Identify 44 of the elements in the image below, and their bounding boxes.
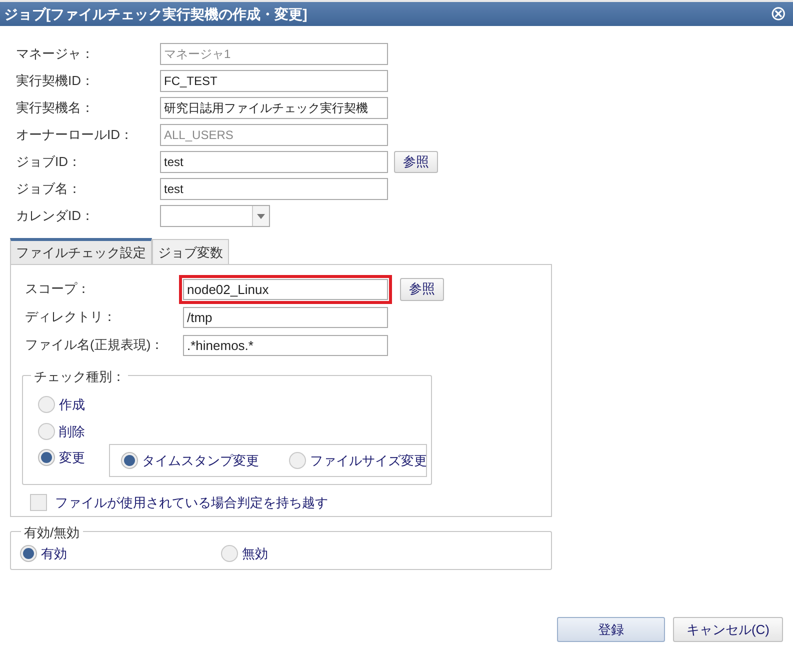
radio-button[interactable] [121, 452, 138, 469]
radio-label: 変更 [59, 448, 85, 467]
field-label: カレンダID： [15, 207, 95, 226]
radio-button[interactable] [289, 452, 306, 469]
input-field[interactable]: test [160, 151, 388, 173]
register-button[interactable]: 登録 [557, 617, 665, 642]
tab[interactable]: ジョブ変数 [152, 239, 229, 265]
calendar-dropdown[interactable] [160, 205, 270, 227]
radio-label: 無効 [242, 545, 268, 563]
radio-button[interactable] [20, 545, 37, 562]
field-label: マネージャ： [15, 45, 95, 64]
input-field[interactable]: test [160, 178, 388, 200]
checkbox[interactable] [30, 494, 47, 512]
browse-button[interactable]: 参照 [394, 151, 438, 173]
field-label: ジョブ名： [15, 180, 82, 198]
field-label: ジョブID： [15, 153, 82, 172]
dropdown-arrow-icon [257, 214, 265, 218]
input-field[interactable]: FC_TEST [160, 70, 388, 92]
radio-label: ファイルサイズ変更 [310, 452, 427, 470]
radio-label: タイムスタンプ変更 [142, 452, 259, 470]
input-field[interactable]: .*hinemos.* [183, 334, 388, 356]
close-button[interactable]: ⊗ [770, 4, 787, 24]
cancel-button[interactable]: キャンセル(C) [673, 617, 783, 642]
radio-button[interactable] [38, 449, 55, 466]
field-label: ファイル名(正規表現)： [24, 336, 165, 354]
field-label: オーナーロールID： [15, 126, 134, 144]
browse-button[interactable]: 参照 [400, 278, 444, 300]
radio-label: 削除 [59, 422, 85, 441]
radio-button[interactable] [221, 545, 238, 562]
radio-button[interactable] [38, 396, 55, 413]
group-label: 有効/無効 [21, 523, 83, 542]
input-field[interactable]: /tmp [183, 306, 388, 328]
input-field[interactable]: 研究日誌用ファイルチェック実行契機 [160, 97, 388, 119]
field-label: 実行契機名： [15, 99, 95, 118]
field-label: スコープ： [24, 280, 91, 298]
checkbox-label: ファイルが使用されている場合判定を持ち越す [55, 494, 328, 512]
window-title: ジョブ[ファイルチェック実行契機の作成・変更] [4, 4, 308, 24]
input-field[interactable]: node02_Linux [183, 278, 388, 300]
radio-label: 作成 [59, 396, 85, 414]
field-label: 実行契機ID： [15, 72, 95, 90]
tab[interactable]: ファイルチェック設定 [10, 238, 152, 264]
field-label: ディレクトリ： [24, 308, 117, 326]
radio-label: 有効 [41, 545, 67, 563]
radio-button[interactable] [38, 423, 55, 440]
